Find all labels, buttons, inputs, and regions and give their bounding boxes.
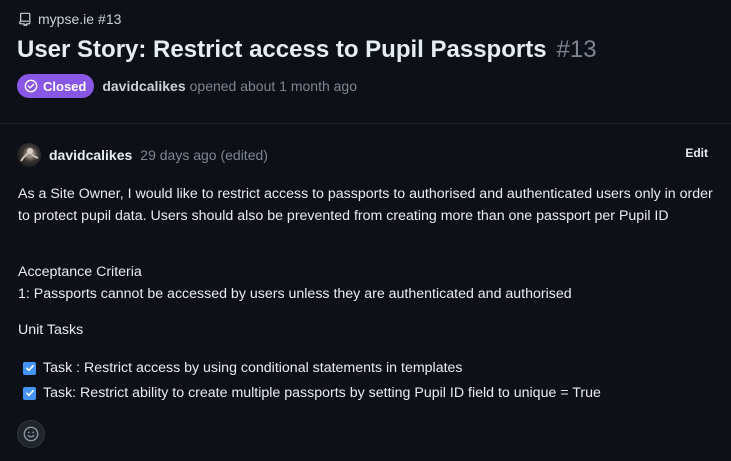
issue-meta: Closed davidcalikes opened about 1 month… [17,74,357,98]
issue-author-link[interactable]: davidcalikes [102,78,185,94]
comment-paragraph: As a Site Owner, I would like to restric… [18,186,713,224]
repo-icon [19,12,31,26]
add-reaction-button[interactable] [17,420,45,448]
avatar-image [20,148,39,162]
task-label: Task: Restrict ability to create multipl… [43,385,601,401]
unit-tasks-heading: Unit Tasks [18,322,84,338]
check-circle-icon [24,79,38,93]
header-divider [0,123,731,124]
status-badge: Closed [17,74,95,98]
task-list-item: Task: Restrict ability to create multipl… [23,384,601,402]
repo-breadcrumb[interactable]: mypse.ie #13 [18,10,121,28]
opened-text: opened about 1 month ago [189,78,357,94]
criteria-heading: Acceptance Criteria [18,264,142,280]
task-label: Task : Restrict access by using conditio… [43,360,463,376]
page-title: User Story: Restrict access to Pupil Pas… [17,36,597,64]
edit-button[interactable]: Edit [685,146,708,160]
comment-body: As a Site Owner, I would like to restric… [18,184,718,227]
repo-name[interactable]: mypse.ie [38,11,94,27]
criteria-item: 1: Passports cannot be accessed by users… [18,286,572,302]
smiley-icon [23,426,39,442]
checkmark-icon [25,389,34,397]
repo-issue-ref: #13 [98,11,122,27]
comment-header: davidcalikes 29 days ago (edited) Edit [17,142,717,168]
checkmark-icon [25,364,34,372]
task-list-item: Task : Restrict access by using conditio… [23,359,463,377]
issue-number: #13 [556,36,597,63]
avatar[interactable] [17,143,41,167]
comment-timestamp[interactable]: 29 days ago (edited) [140,147,268,163]
status-label: Closed [43,78,87,94]
issue-title: User Story: Restrict access to Pupil Pas… [17,36,547,63]
task-checkbox[interactable] [23,386,36,400]
task-checkbox[interactable] [23,361,36,375]
comment-author-link[interactable]: davidcalikes [49,147,132,163]
